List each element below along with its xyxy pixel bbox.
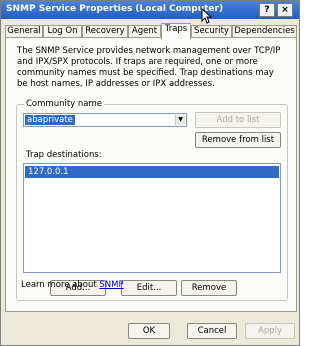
tab-traps[interactable]: Traps xyxy=(161,23,191,39)
learn-more-line: Learn more about SNMP xyxy=(21,280,124,290)
description-text: The SNMP Service provides network manage… xyxy=(17,46,281,89)
window-title: SNMP Service Properties (Local Computer) xyxy=(6,4,224,14)
title-bar[interactable]: SNMP Service Properties (Local Computer)… xyxy=(1,1,299,19)
learn-more-text: Learn more about xyxy=(21,280,97,290)
ok-button[interactable]: OK xyxy=(128,323,170,339)
remove-destination-button[interactable]: Remove xyxy=(181,280,237,296)
add-to-list-button[interactable]: Add to list xyxy=(195,112,281,128)
apply-button[interactable]: Apply xyxy=(245,323,295,339)
list-item[interactable]: 127.0.0.1 xyxy=(25,166,279,178)
properties-dialog: SNMP Service Properties (Local Computer)… xyxy=(0,0,300,346)
tab-strip: General Log On Recovery Agent Traps Secu… xyxy=(5,23,297,39)
help-button[interactable]: ? xyxy=(259,3,275,17)
community-name-label: Community name xyxy=(24,99,105,110)
traps-panel: The SNMP Service provides network manage… xyxy=(5,37,297,312)
remove-from-list-button[interactable]: Remove from list xyxy=(195,132,281,148)
trap-destinations-list[interactable]: 127.0.0.1 xyxy=(23,163,281,273)
snmp-help-link[interactable]: SNMP xyxy=(99,280,123,290)
community-name-value: abaprivate xyxy=(25,115,75,125)
community-group: Community name abaprivate ▼ Add to list … xyxy=(16,99,288,301)
edit-destination-button[interactable]: Edit... xyxy=(121,280,177,296)
mouse-pointer-icon xyxy=(201,8,213,24)
trap-destinations-label: Trap destinations: xyxy=(26,150,102,160)
close-button[interactable]: × xyxy=(277,3,293,17)
dropdown-arrow-icon[interactable]: ▼ xyxy=(175,115,185,125)
community-name-combobox[interactable]: abaprivate ▼ xyxy=(23,113,187,127)
cancel-button[interactable]: Cancel xyxy=(187,323,237,339)
